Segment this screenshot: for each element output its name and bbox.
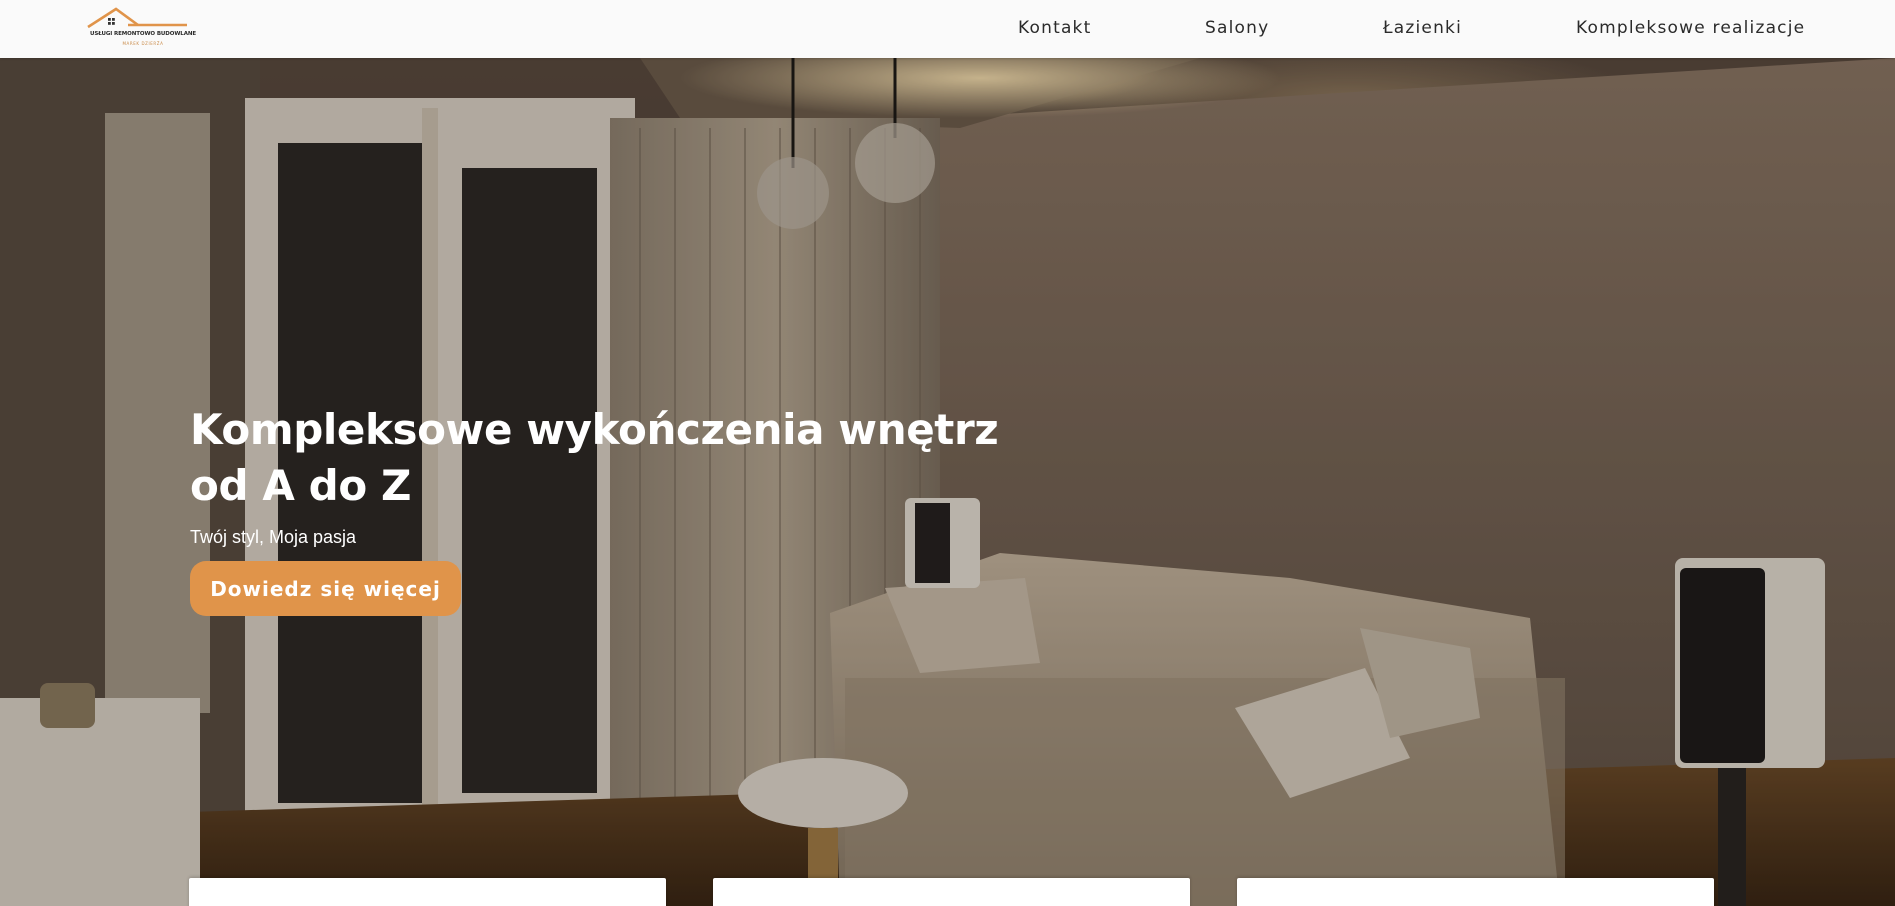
feature-card-1[interactable] [189,878,666,906]
logo-name: USŁUGI REMONTOWO BUDOWLANE [89,31,197,37]
nav-item-lazienki[interactable]: Łazienki [1383,18,1462,38]
learn-more-button[interactable]: Dowiedz się więcej [190,561,461,616]
hero-title-line-1: Kompleksowe wykończenia wnętrz [190,405,999,454]
site-header: USŁUGI REMONTOWO BUDOWLANE MAREK DZIERŻA… [0,0,1895,58]
hero-title: Kompleksowe wykończenia wnętrz od A do Z [190,402,1010,514]
nav-item-salony[interactable]: Salony [1205,18,1269,38]
hero-title-line-2: od A do Z [190,461,412,510]
feature-card-3[interactable] [1237,878,1714,906]
nav-item-kontakt[interactable]: Kontakt [1018,18,1091,38]
logo-subtitle: MAREK DZIERŻA [122,41,164,46]
nav-item-kompleksowe-realizacje[interactable]: Kompleksowe realizacje [1576,18,1805,38]
hero-subtitle: Twój styl, Moja pasja [190,527,357,547]
feature-card-2[interactable] [713,878,1190,906]
logo[interactable]: USŁUGI REMONTOWO BUDOWLANE MAREK DZIERŻA [86,5,198,49]
hero-section: Kompleksowe wykończenia wnętrz od A do Z… [0,58,1895,906]
